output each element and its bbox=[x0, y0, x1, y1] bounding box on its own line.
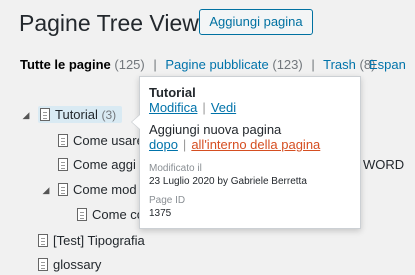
tree-item[interactable]: [Test] Tipografia bbox=[38, 231, 145, 251]
tree-item-highlight: Tutorial (3) bbox=[38, 106, 123, 123]
popup-arrow bbox=[132, 115, 140, 129]
tree-item-label[interactable]: Come co bbox=[92, 207, 144, 222]
view-all-link[interactable]: Tutte le pagine bbox=[20, 57, 111, 72]
tree-item[interactable]: Come usare bbox=[58, 131, 144, 151]
edit-link[interactable]: Modifica bbox=[149, 100, 197, 115]
tree-item-count: (3) bbox=[101, 108, 117, 122]
tree-item-label[interactable]: Come mod bbox=[73, 182, 137, 197]
tree-item-label[interactable]: glossary bbox=[53, 257, 101, 272]
popup-primary-links: Modifica | Vedi bbox=[149, 100, 236, 115]
tree-toggle-tutorial[interactable]: ◢ bbox=[21, 105, 31, 125]
view-filters: Tutte le pagine (125) | Pagine pubblicat… bbox=[20, 56, 375, 74]
page-icon bbox=[58, 134, 68, 147]
page-id-value: 1375 bbox=[149, 208, 172, 219]
add-new-page-text: Aggiungi nuova pagina bbox=[149, 122, 282, 137]
modified-value: 23 Luglio 2020 by Gabriele Berretta bbox=[149, 176, 307, 187]
view-published-link[interactable]: Pagine pubblicate bbox=[165, 57, 268, 72]
page-id-label: Page ID bbox=[149, 195, 186, 206]
page-icon bbox=[58, 158, 68, 171]
tree-item[interactable]: Come aggi bbox=[58, 155, 136, 175]
page-icon bbox=[38, 258, 48, 271]
tree-overflow-text: WORD bbox=[363, 157, 405, 172]
tree-item[interactable]: glossary bbox=[38, 255, 101, 275]
view-separator: | bbox=[311, 57, 315, 72]
add-inside-link[interactable]: all'interno della pagina bbox=[191, 137, 320, 152]
expand-all-link[interactable]: Espan bbox=[369, 56, 406, 74]
add-after-link[interactable]: dopo bbox=[149, 137, 178, 152]
page-icon bbox=[40, 108, 50, 121]
page-icon bbox=[77, 208, 87, 221]
link-separator: | bbox=[202, 100, 206, 115]
tree-item-tutorial[interactable]: Tutorial (3) bbox=[38, 105, 123, 125]
tree-item-label[interactable]: Tutorial bbox=[55, 107, 98, 122]
view-separator: | bbox=[153, 57, 157, 72]
link-separator: | bbox=[182, 137, 187, 152]
page-title: Pagine Tree View bbox=[19, 10, 199, 36]
modified-label: Modificato il bbox=[149, 163, 202, 174]
view-link[interactable]: Vedi bbox=[211, 100, 236, 115]
tree-item-label[interactable]: Come usare bbox=[73, 133, 144, 148]
page-icon bbox=[58, 183, 68, 196]
tree-item-label[interactable]: [Test] Tipografia bbox=[53, 233, 145, 248]
view-all-count: (125) bbox=[114, 57, 145, 72]
popup-title: Tutorial bbox=[149, 85, 196, 100]
tree-item[interactable]: Come co bbox=[77, 205, 144, 225]
tree-toggle[interactable]: ◢ bbox=[41, 180, 51, 200]
tree-item[interactable]: Come mod bbox=[58, 180, 137, 200]
view-published-count: (123) bbox=[272, 57, 303, 72]
add-page-button[interactable]: Aggiungi pagina bbox=[199, 9, 313, 35]
page-actions-popup: Tutorial Modifica | Vedi Aggiungi nuova pa… bbox=[131, 76, 361, 229]
view-trash-link[interactable]: Trash bbox=[323, 57, 356, 72]
page-icon bbox=[38, 234, 48, 247]
popup-add-links: dopo | all'interno della pagina bbox=[149, 137, 320, 152]
tree-item-label[interactable]: Come aggi bbox=[73, 157, 136, 172]
